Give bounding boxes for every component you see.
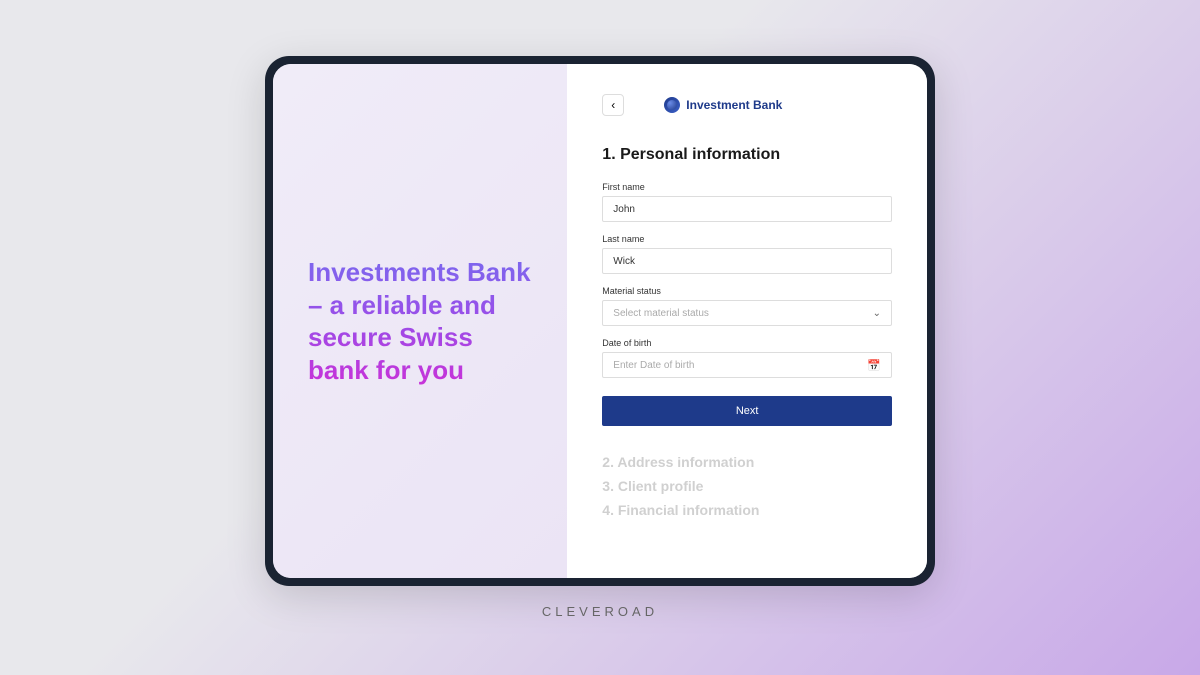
globe-icon: [664, 97, 680, 113]
material-status-label: Material status: [602, 286, 892, 296]
tablet-screen: Investments Bank – a reliable and secure…: [273, 64, 927, 578]
hero-headline: Investments Bank – a reliable and secure…: [308, 256, 532, 386]
last-name-input[interactable]: [602, 248, 892, 274]
step-3: 3. Client profile: [602, 478, 892, 494]
material-status-select[interactable]: Select material status ⌄: [602, 300, 892, 326]
dob-placeholder: Enter Date of birth: [613, 360, 694, 371]
footer-brand: CLEVEROAD: [542, 604, 658, 619]
header-row: ‹ Investment Bank: [602, 94, 892, 116]
material-status-placeholder: Select material status: [613, 308, 709, 319]
first-name-label: First name: [602, 182, 892, 192]
form-panel: ‹ Investment Bank 1. Personal informatio…: [567, 64, 927, 578]
last-name-group: Last name: [602, 234, 892, 274]
first-name-input[interactable]: [602, 196, 892, 222]
hero-panel: Investments Bank – a reliable and secure…: [273, 64, 567, 578]
back-button[interactable]: ‹: [602, 94, 624, 116]
next-button[interactable]: Next: [602, 396, 892, 426]
step-2: 2. Address information: [602, 454, 892, 470]
section-title: 1. Personal information: [602, 146, 892, 164]
brand-name: Investment Bank: [686, 98, 782, 112]
brand-logo: Investment Bank: [664, 97, 782, 113]
chevron-down-icon: ⌄: [873, 308, 881, 319]
last-name-label: Last name: [602, 234, 892, 244]
dob-label: Date of birth: [602, 338, 892, 348]
step-4: 4. Financial information: [602, 502, 892, 518]
material-status-group: Material status Select material status ⌄: [602, 286, 892, 326]
tablet-frame: Investments Bank – a reliable and secure…: [265, 56, 935, 586]
calendar-icon: 📅: [867, 359, 881, 372]
chevron-left-icon: ‹: [611, 98, 615, 112]
dob-input[interactable]: Enter Date of birth 📅: [602, 352, 892, 378]
dob-group: Date of birth Enter Date of birth 📅: [602, 338, 892, 378]
first-name-group: First name: [602, 182, 892, 222]
